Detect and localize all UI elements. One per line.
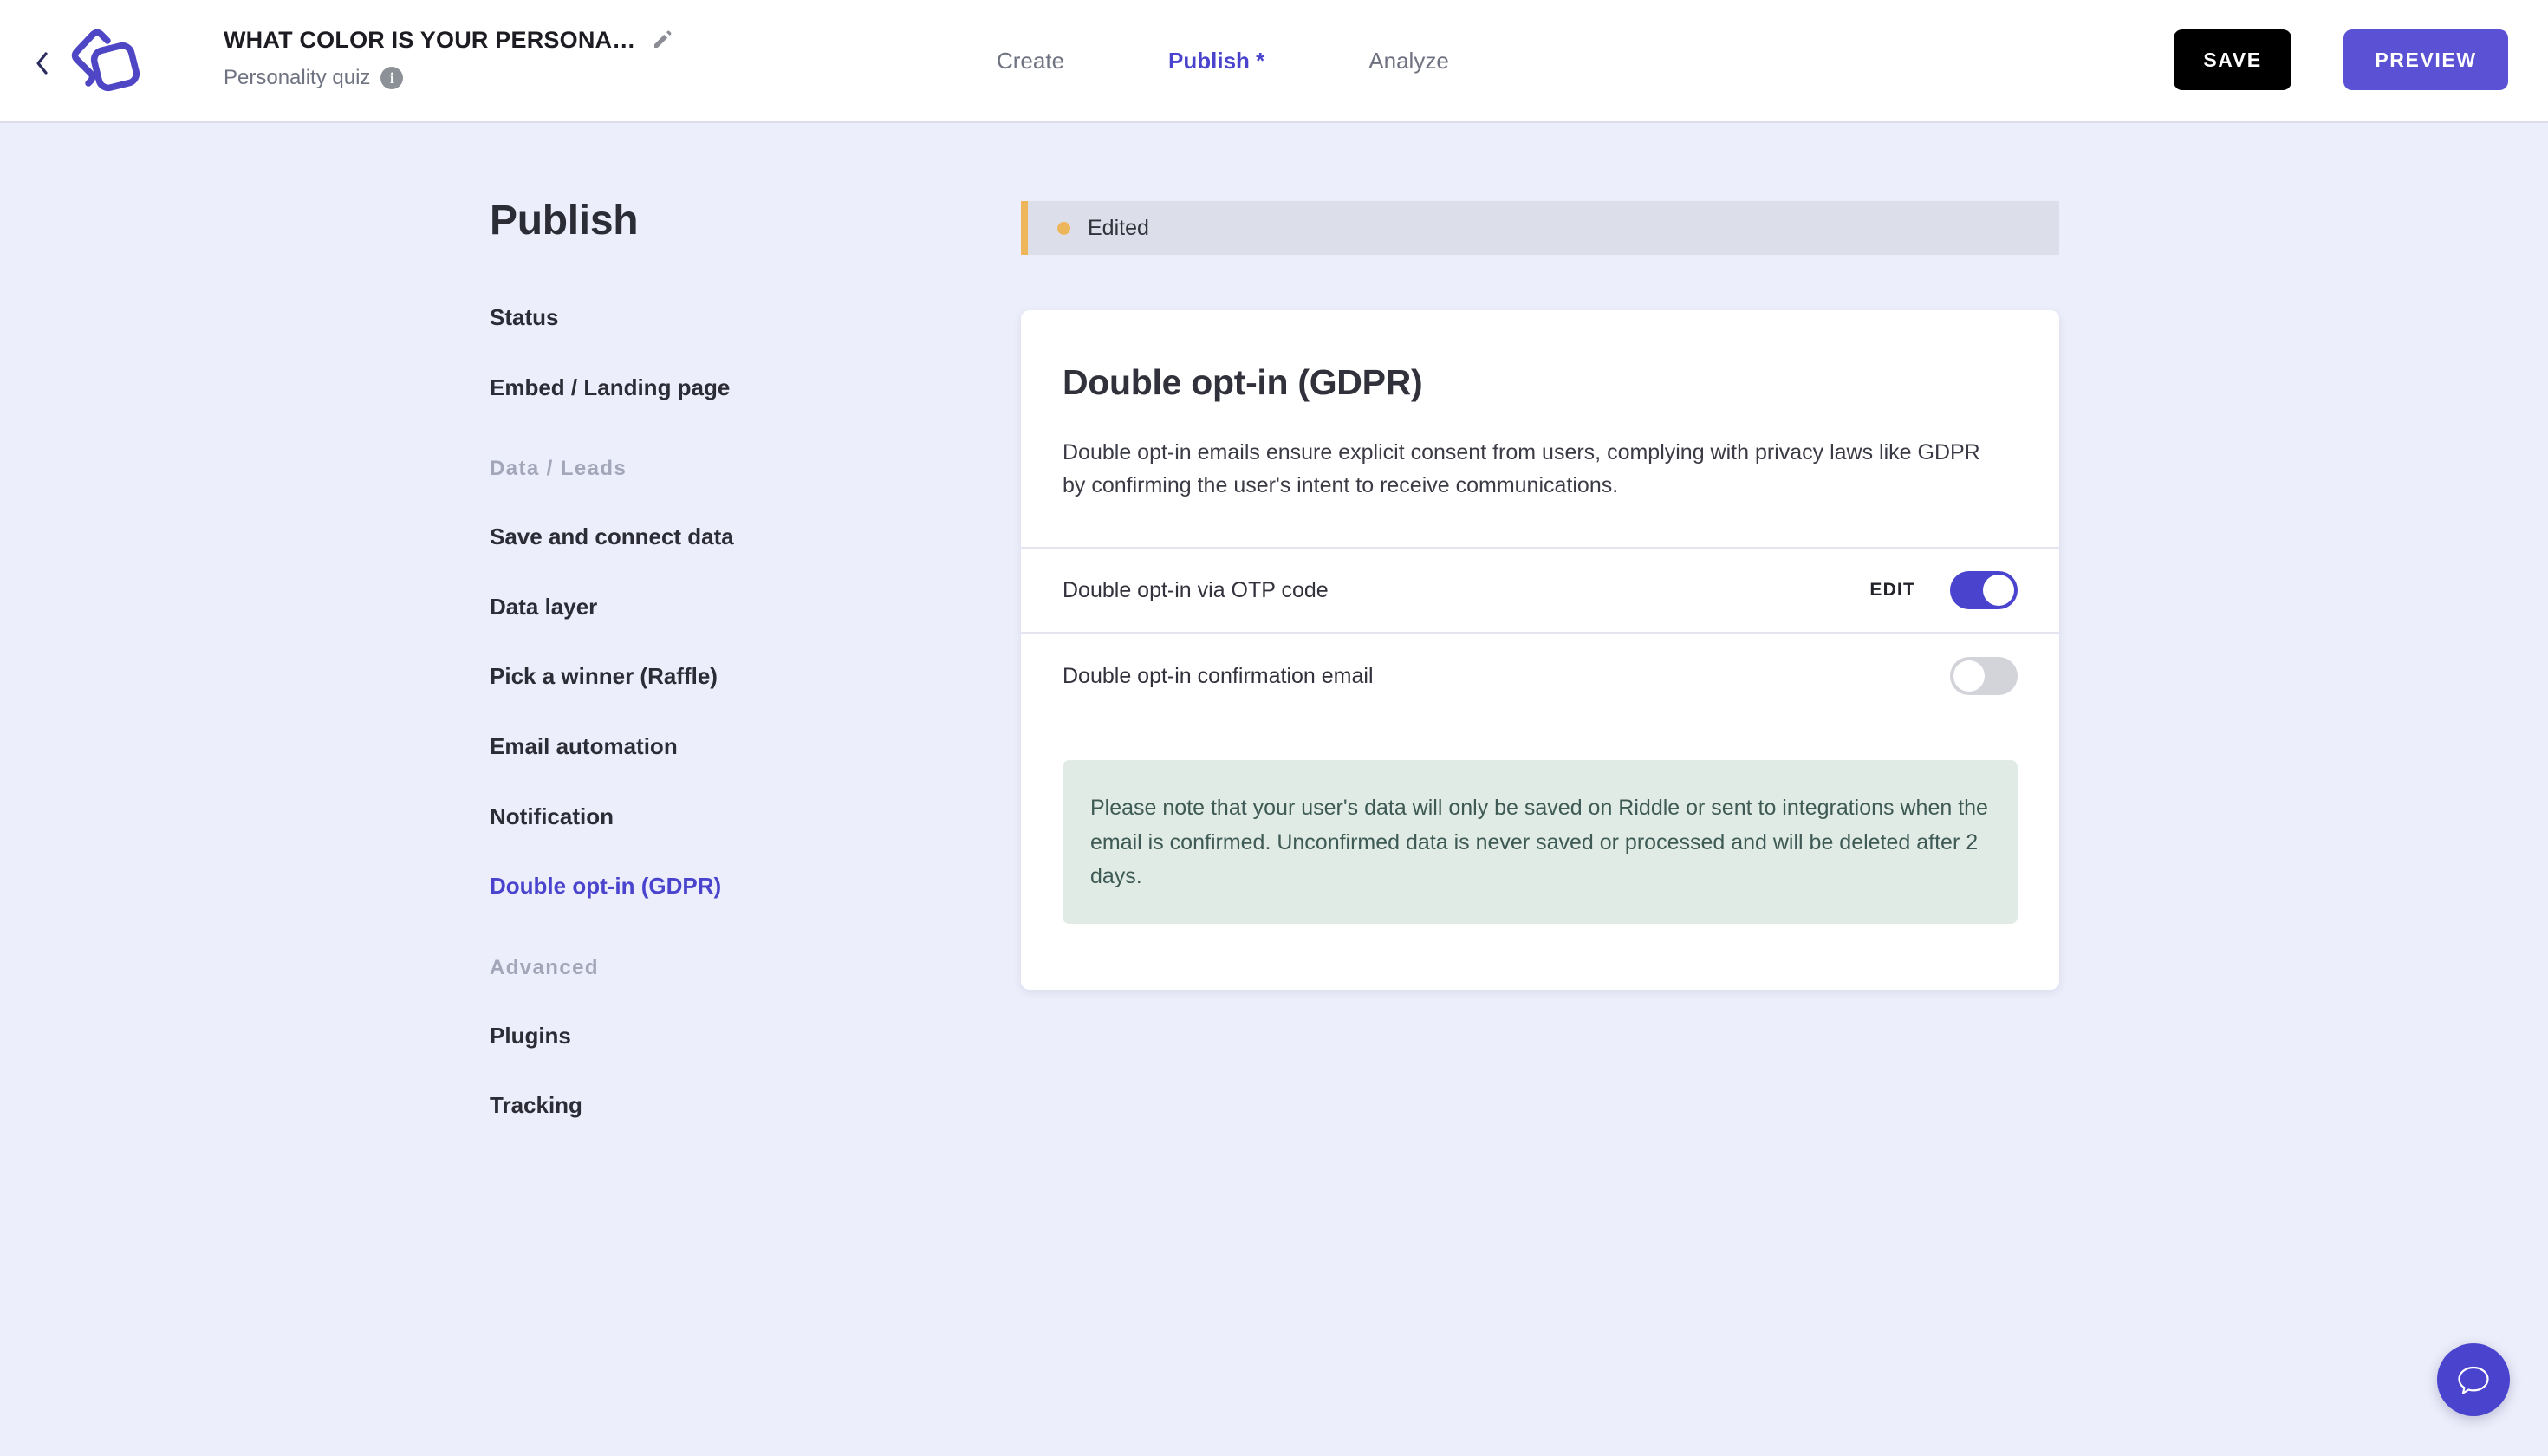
sidebar-item-status[interactable]: Status [490,305,923,330]
setting-row-confirmation-email: Double opt-in confirmation email [1021,634,2059,718]
riddle-logo[interactable] [64,24,144,101]
status-badge: Edited [1088,215,1149,240]
sidebar-item-plugins[interactable]: Plugins [490,1024,923,1049]
sidebar-item-email-automation[interactable]: Email automation [490,734,923,759]
riddle-logo-icon [71,29,140,92]
quiz-subtitle-row: Personality quiz i [224,65,761,91]
status-banner: Edited [1021,201,2059,255]
sidebar-heading: Publish [490,198,639,244]
chat-bubble-icon [2458,1366,2489,1394]
preview-button[interactable]: PREVIEW [2343,29,2508,90]
back-button[interactable] [29,50,54,76]
tab-publish[interactable]: Publish * [1168,48,1264,75]
quiz-type-label: Personality quiz [224,66,371,89]
setting-label-otp-code: Double opt-in via OTP code [1063,577,1329,602]
double-opt-in-card: Double opt-in (GDPR) Double opt-in email… [1021,310,2059,990]
sidebar-item-data-layer[interactable]: Data layer [490,595,923,620]
status-dot-icon [1057,221,1070,235]
card-title: Double opt-in (GDPR) [1063,362,1423,402]
save-button[interactable]: SAVE [2174,29,2291,90]
page-title: WHAT COLOR IS YOUR PERSONALI… [224,26,640,53]
card-description: Double opt-in emails ensure explicit con… [1063,440,1980,497]
header-actions: SAVE PREVIEW [2174,29,2508,90]
chat-support-button[interactable] [2437,1343,2510,1416]
sidebar-item-notification[interactable]: Notification [490,803,923,829]
quiz-title-block: WHAT COLOR IS YOUR PERSONALI… Personalit… [224,23,761,91]
sidebar-item-save-and-connect-data[interactable]: Save and connect data [490,524,923,549]
tab-create[interactable]: Create [997,48,1064,75]
toggle-knob [1953,660,1985,692]
edit-otp-code-button[interactable]: EDIT [1869,580,1915,601]
chevron-left-icon [36,52,48,75]
app-header: WHAT COLOR IS YOUR PERSONALI… Personalit… [0,0,2548,123]
toggle-knob [1983,575,2014,606]
info-icon[interactable]: i [380,67,404,89]
page-body: Publish Status Embed / Landing page Data… [0,123,2548,1456]
card-header: Double opt-in (GDPR) Double opt-in email… [1021,310,2059,549]
pencil-icon[interactable] [652,29,673,50]
setting-label-confirmation-email: Double opt-in confirmation email [1063,663,1374,688]
toggle-confirmation-email[interactable] [1950,657,2018,695]
publish-sidebar: Publish Status Embed / Landing page Data… [490,197,923,1163]
toggle-otp-code[interactable] [1950,571,2018,609]
sidebar-item-double-opt-in[interactable]: Double opt-in (GDPR) [490,874,923,899]
setting-row-otp-code: Double opt-in via OTP code EDIT [1021,549,2059,634]
note-wrapper: Please note that your user's data will o… [1021,718,2059,990]
main-nav-tabs: Create Publish * Analyze [997,0,1449,121]
tab-analyze[interactable]: Analyze [1368,48,1449,75]
sidebar-group-data-leads: Data / Leads [490,457,627,481]
gdpr-note: Please note that your user's data will o… [1063,760,2018,924]
sidebar-item-pick-a-winner[interactable]: Pick a winner (Raffle) [490,664,923,689]
sidebar-group-advanced: Advanced [490,955,599,979]
sidebar-item-tracking[interactable]: Tracking [490,1093,923,1118]
sidebar-item-embed-landing-page[interactable]: Embed / Landing page [490,374,923,400]
sidebar-nav-list: Status Embed / Landing page Data / Leads… [490,305,923,1118]
publish-main-column: Edited Double opt-in (GDPR) Double opt-i… [1021,201,2059,990]
quiz-title-row: WHAT COLOR IS YOUR PERSONALI… [224,23,761,57]
